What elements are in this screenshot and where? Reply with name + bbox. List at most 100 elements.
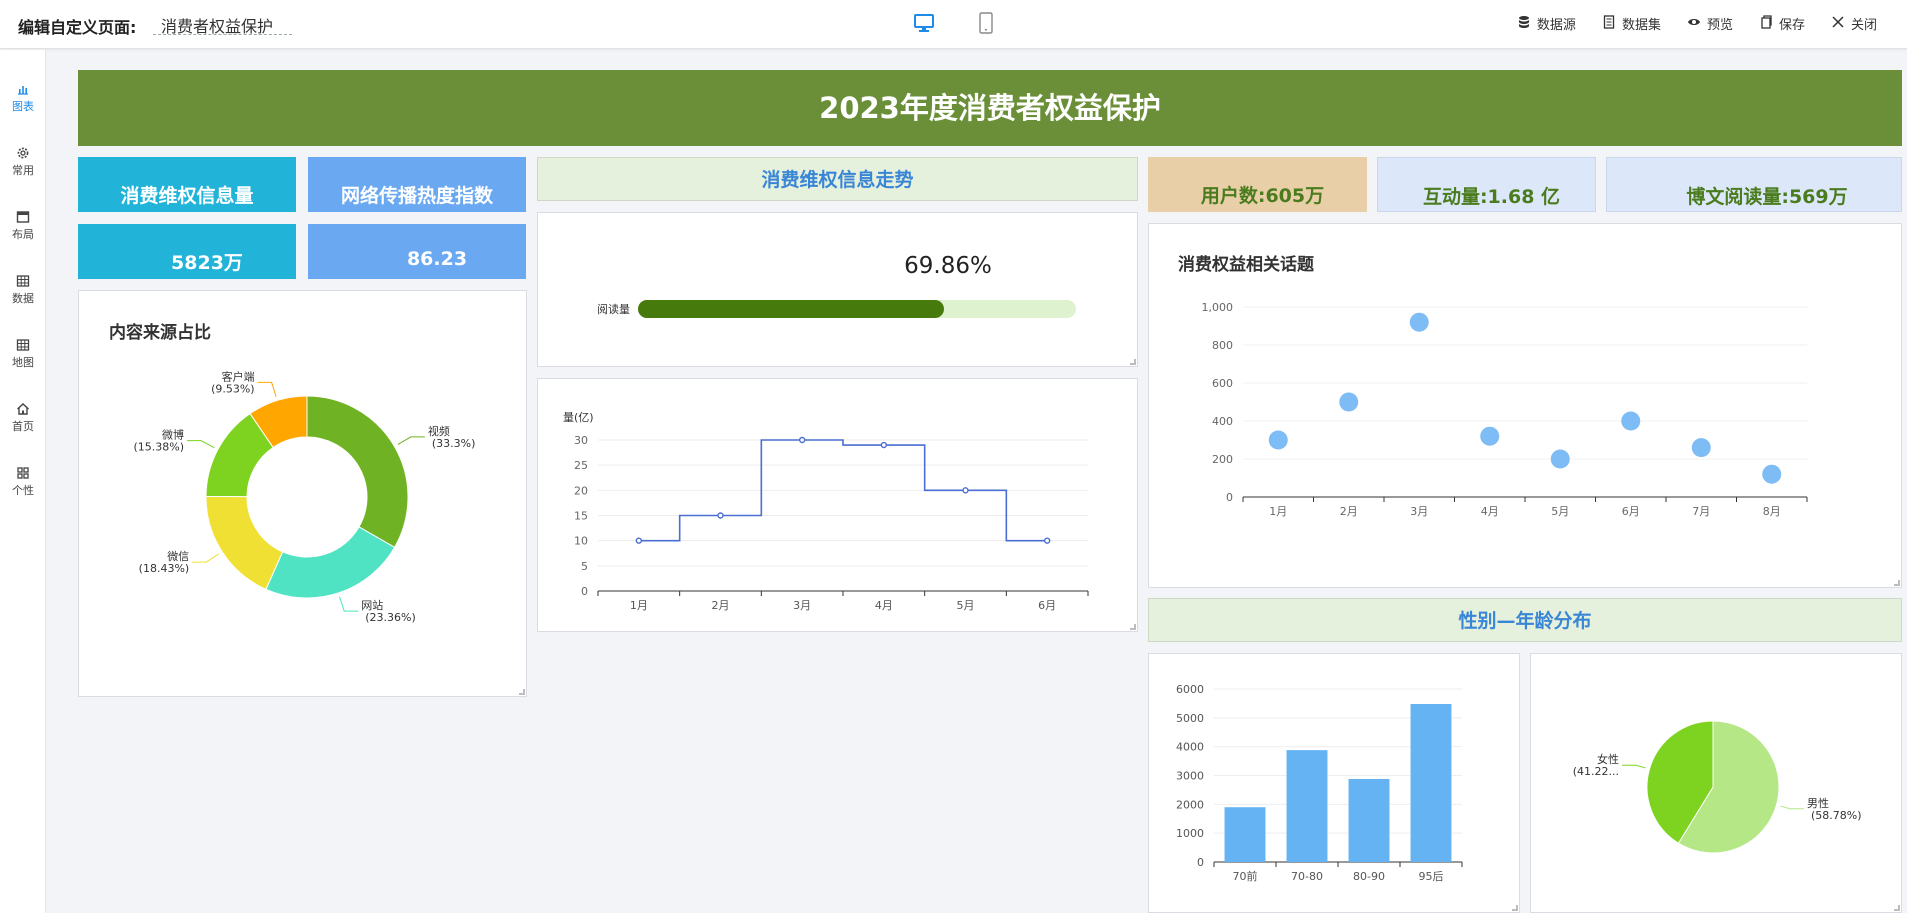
sidebar-item-label: 常用: [12, 164, 34, 177]
kpi-interaction-box[interactable]: 互动量:1.68 亿: [1377, 157, 1596, 212]
stat-info-volume-label-box[interactable]: 消费维权信息量: [78, 157, 296, 212]
save-button[interactable]: 保存: [1759, 14, 1805, 33]
sidebar-item-label: 布局: [12, 228, 34, 241]
bar: [1410, 703, 1452, 862]
sidebar-item-label: 个性: [12, 484, 34, 497]
progress-value-label: 69.86%: [904, 253, 992, 279]
read-progress-chart: 阅读量 69.86%: [597, 253, 1076, 318]
sidebar-item-home[interactable]: 首页: [0, 402, 46, 434]
datasource-button[interactable]: 数据源: [1517, 14, 1576, 33]
pie-slice-percent: (18.43%): [139, 562, 190, 575]
age-distribution-bar-chart: 0 1000 2000 3000 4000 5000 6000 70前 70-80 80-90 95…: [1176, 683, 1463, 883]
layout-icon: [16, 211, 30, 223]
desktop-view-icon[interactable]: [913, 12, 935, 34]
stat-info-volume-label: 消费维权信息量: [120, 185, 254, 207]
y-tick-label: 2000: [1176, 798, 1204, 811]
x-tick-label: 1月: [1269, 505, 1287, 518]
sidebar-item-label: 数据: [12, 292, 34, 305]
related-topics-panel[interactable]: 消费权益相关话题 0 200 400 600 800 1,000 1月 2月 3月 4月 5月 6月 7…: [1148, 223, 1902, 588]
dataset-button[interactable]: 数据集: [1602, 14, 1661, 33]
pie-label-line: [187, 440, 215, 449]
gender-age-section-header[interactable]: 性别—年龄分布: [1148, 598, 1902, 642]
y-tick-label: 10: [574, 535, 588, 548]
scatter-point: [1691, 438, 1711, 458]
data-point: [798, 436, 806, 444]
y-tick-label: 400: [1212, 415, 1233, 428]
progress-category-label: 阅读量: [597, 302, 630, 316]
stat-info-volume-value-box[interactable]: 5823万: [78, 224, 296, 279]
pie-slice-name: 客户端: [222, 369, 255, 383]
pie-slice-name: 女性: [1597, 752, 1619, 766]
sidebar-item-chart[interactable]: 图表: [0, 82, 46, 114]
stat-heat-index-value-box[interactable]: 86.23: [308, 224, 526, 279]
chart-icon: [18, 86, 28, 95]
y-tick-label: 1,000: [1202, 301, 1234, 314]
x-tick-label: 6月: [1038, 599, 1056, 612]
read-progress-panel[interactable]: 阅读量 69.86%: [537, 212, 1138, 367]
kpi-reads-box[interactable]: 博文阅读量:569万: [1606, 157, 1902, 212]
sidebar-item-map[interactable]: 地图: [0, 338, 46, 370]
kpi-interaction: 互动量:1.68 亿: [1422, 186, 1561, 208]
y-tick-label: 600: [1212, 377, 1233, 390]
x-tick-label: 2月: [1340, 505, 1358, 518]
gear-icon: [17, 147, 29, 159]
x-tick-label: 5月: [957, 599, 975, 612]
preview-button[interactable]: 预览: [1687, 14, 1733, 33]
sidebar-item-data[interactable]: 数据: [0, 274, 46, 306]
y-tick-label: 5: [581, 560, 588, 573]
top-toolbar: 编辑自定义页面: 消费者权益保护 数据源 数据集 预览 保存 关闭: [0, 0, 1907, 49]
bar: [1286, 750, 1328, 862]
x-tick-label: 70前: [1233, 869, 1258, 883]
trend-section-header[interactable]: 消费维权信息走势: [537, 157, 1138, 201]
y-axis-label: 量(亿): [563, 411, 594, 424]
x-tick-label: 2月: [712, 599, 730, 612]
scatter-point: [1621, 411, 1641, 431]
sidebar-item-layout[interactable]: 布局: [0, 210, 46, 242]
stat-heat-index-value: 86.23: [406, 248, 468, 270]
trend-section-title: 消费维权信息走势: [761, 169, 914, 191]
edit-page-label: 编辑自定义页面:: [18, 18, 137, 37]
page-name-input[interactable]: 消费者权益保护: [153, 13, 292, 36]
data-point: [635, 537, 643, 544]
scatter-point: [1550, 449, 1570, 469]
data-point: [717, 512, 724, 519]
datasource-label: 数据源: [1536, 18, 1576, 33]
kpi-users-box[interactable]: 用户数:605万: [1148, 157, 1367, 212]
data-point: [880, 441, 888, 449]
sidebar-item-label: 地图: [12, 356, 34, 369]
pie-slice: [265, 526, 396, 599]
pie-label-line: [397, 436, 425, 445]
gender-age-section-title: 性别—年龄分布: [1458, 610, 1592, 632]
data-point: [1043, 537, 1051, 544]
mobile-view-icon[interactable]: [975, 12, 997, 34]
x-tick-label: 1月: [630, 599, 648, 612]
pie-slice-name: 微博: [162, 428, 184, 442]
content-source-panel[interactable]: 内容来源占比 视频 (33.3%) 网站 (23.36%) 微信 (18.43%) 微博 (1…: [78, 290, 527, 697]
stat-info-volume-value: 5823万: [171, 252, 243, 274]
gender-distribution-panel[interactable]: 男性 (58.78%) 女性 (41.22...: [1530, 653, 1902, 913]
close-button[interactable]: 关闭: [1831, 14, 1877, 33]
save-label: 保存: [1778, 18, 1805, 33]
bar: [1348, 778, 1390, 862]
sidebar-item-personal[interactable]: 个性: [0, 466, 46, 498]
scatter-point: [1480, 426, 1500, 446]
sidebar-item-common[interactable]: 常用: [0, 146, 46, 178]
x-tick-label: 5月: [1551, 505, 1569, 518]
scatter-point: [1268, 430, 1288, 450]
database-icon: [1517, 15, 1531, 33]
x-tick-label: 95后: [1419, 870, 1444, 883]
scatter-point: [1339, 392, 1359, 412]
component-sidebar: 图表 常用 布局 数据 地图 首页 个性: [0, 50, 46, 913]
home-icon: [17, 403, 29, 415]
pie-label-line: [1622, 764, 1646, 769]
age-distribution-panel[interactable]: 0 1000 2000 3000 4000 5000 6000 70前 70-80 80-90 95…: [1148, 653, 1520, 913]
pie-slice-percent: (58.78%): [1811, 809, 1862, 822]
dashboard-title-banner[interactable]: 2023年度消费者权益保护: [78, 70, 1902, 146]
stat-heat-index-label-box[interactable]: 网络传播热度指数: [308, 157, 526, 212]
y-tick-label: 6000: [1176, 683, 1204, 696]
trend-line-panel[interactable]: 量(亿) 0 5 10 15 20 25 30 1月 2月 3月 4月 5月 6月: [537, 378, 1138, 632]
bar: [1224, 807, 1266, 862]
sidebar-item-label: 图表: [12, 100, 34, 113]
y-tick-label: 3000: [1176, 770, 1204, 783]
dataset-icon: [1602, 14, 1616, 33]
